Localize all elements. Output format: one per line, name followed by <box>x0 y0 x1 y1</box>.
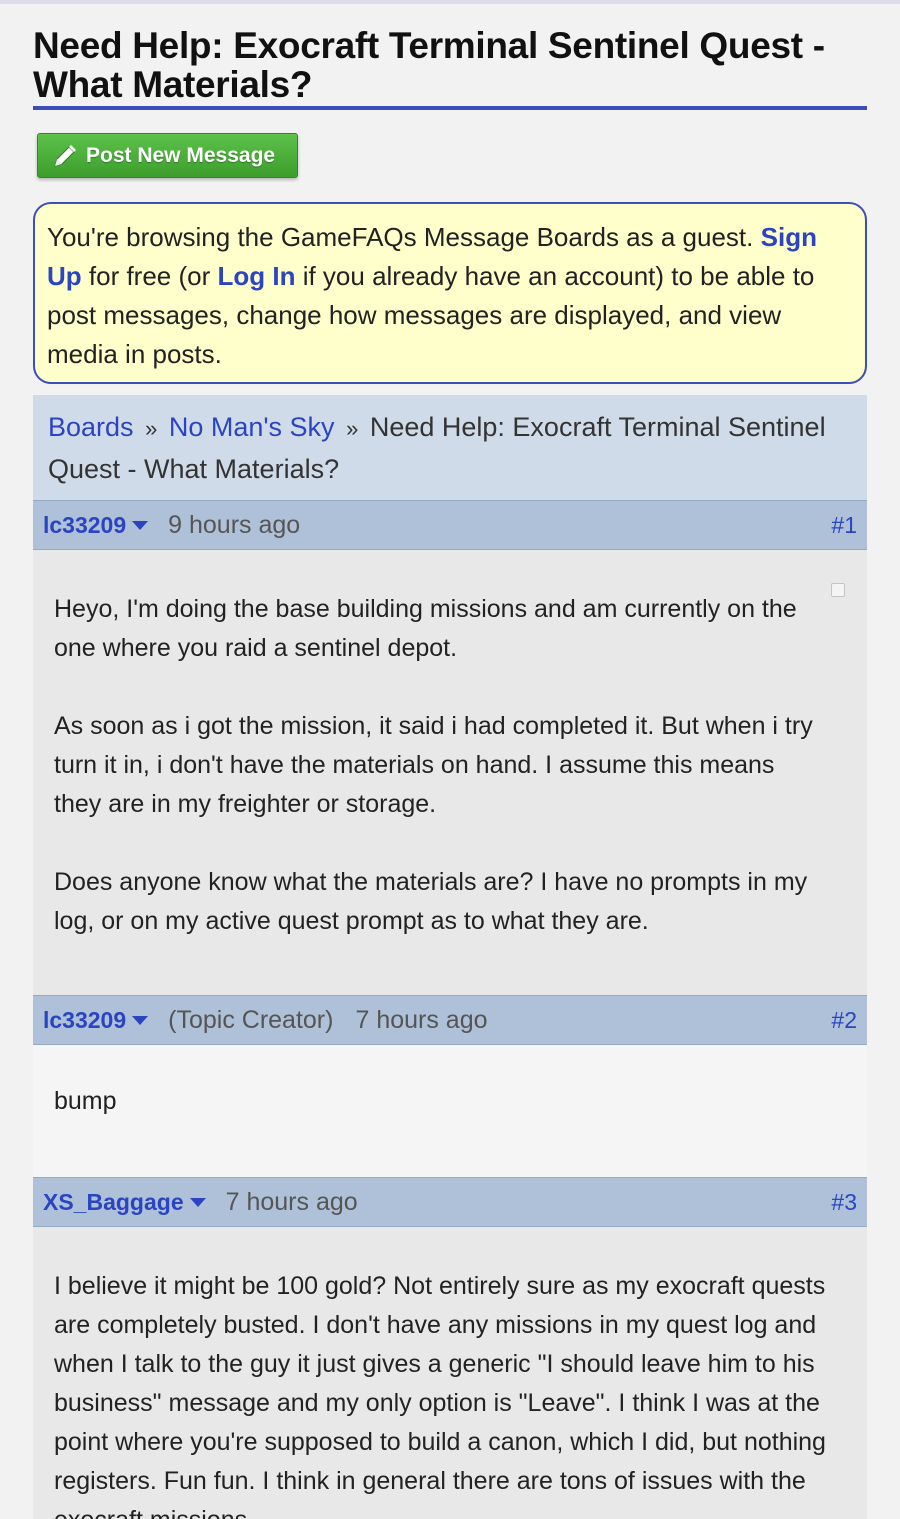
message-paragraph: bump <box>54 1087 117 1115</box>
title-divider <box>33 106 867 110</box>
topic-creator-tag: (Topic Creator) <box>168 1005 334 1034</box>
breadcrumb-game-link[interactable]: No Man's Sky <box>169 412 335 442</box>
message-timestamp: 7 hours ago <box>225 1187 358 1216</box>
message-author-link[interactable]: XS_Baggage <box>43 1189 184 1216</box>
user-menu-caret-icon[interactable] <box>132 1015 149 1025</box>
guest-notice-text-1: You're browsing the GameFAQs Message Boa… <box>47 222 754 252</box>
guest-notice: You're browsing the GameFAQs Message Boa… <box>33 202 867 384</box>
message-body: bump <box>33 1045 867 1177</box>
message-number-link[interactable]: #1 <box>831 512 857 539</box>
breadcrumb-boards-link[interactable]: Boards <box>48 412 134 442</box>
breadcrumb-separator: » <box>145 416 158 441</box>
message-timestamp: 7 hours ago <box>355 1005 488 1034</box>
message-header: lc33209 9 hours ago #1 <box>33 500 867 550</box>
pencil-icon <box>54 144 76 167</box>
breadcrumb-separator: » <box>346 416 359 441</box>
guest-notice-text-2: for free (or <box>81 261 218 291</box>
message-paragraph: Does anyone know what the materials are?… <box>54 868 808 935</box>
message-author-link[interactable]: lc33209 <box>43 1007 126 1034</box>
message-header: lc33209 (Topic Creator) 7 hours ago #2 <box>33 995 867 1045</box>
message-body: Heyo, I'm doing the base building missio… <box>33 550 867 995</box>
log-in-link[interactable]: Log In <box>218 261 296 291</box>
post-new-message-label: Post New Message <box>86 143 276 167</box>
user-menu-caret-icon[interactable] <box>132 520 149 530</box>
message-timestamp: 9 hours ago <box>168 510 301 539</box>
message-select-checkbox[interactable] <box>831 583 845 597</box>
breadcrumb: Boards » No Man's Sky » Need Help: Exocr… <box>33 395 867 500</box>
message-number-link[interactable]: #3 <box>831 1189 857 1216</box>
message-paragraph: Heyo, I'm doing the base building missio… <box>54 595 797 662</box>
message-paragraph: As soon as i got the mission, it said i … <box>54 712 813 818</box>
top-rule <box>0 0 900 4</box>
message-paragraph: I believe it might be 100 gold? Not enti… <box>54 1272 826 1519</box>
message-number-link[interactable]: #2 <box>831 1007 857 1034</box>
user-menu-caret-icon[interactable] <box>189 1197 206 1207</box>
breadcrumb-topic: Need Help: Exocraft Terminal Sentinel Qu… <box>48 412 826 484</box>
page-title: Need Help: Exocraft Terminal Sentinel Qu… <box>33 25 825 105</box>
message-author-link[interactable]: lc33209 <box>43 512 126 539</box>
message-body: I believe it might be 100 gold? Not enti… <box>33 1227 867 1519</box>
message-header: XS_Baggage 7 hours ago #3 <box>33 1177 867 1227</box>
post-new-message-button[interactable]: Post New Message <box>37 133 298 178</box>
